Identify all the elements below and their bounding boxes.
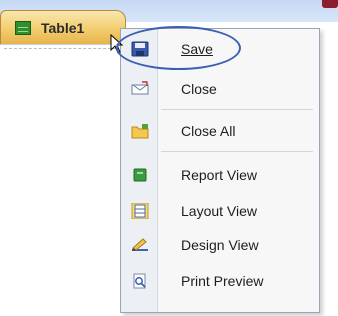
context-menu: Save Close Close All Report View Layout … (120, 28, 320, 313)
document-tab-label: Table1 (41, 20, 85, 36)
report-view-label: Report View (181, 167, 258, 183)
menu-item-design-view[interactable]: Design View (121, 229, 319, 261)
table-icon (15, 21, 31, 35)
document-area (0, 44, 124, 316)
save-label: Save (181, 41, 213, 57)
layout-view-label: Layout View (181, 203, 258, 219)
menu-separator (161, 151, 313, 152)
print-preview-label: Print Preview (181, 273, 264, 289)
menu-item-save[interactable]: Save (121, 33, 319, 65)
report-icon (131, 167, 149, 183)
document-divider (4, 48, 116, 49)
menu-separator (161, 109, 313, 110)
corner-mark (322, 0, 338, 8)
layout-icon (131, 202, 149, 220)
menu-item-print-preview[interactable]: Print Preview (121, 265, 319, 297)
folder-icon (131, 123, 149, 139)
close-label: Close (181, 81, 217, 97)
mouse-pointer-icon (110, 33, 124, 54)
menu-item-close[interactable]: Close (121, 73, 319, 105)
menu-item-report-view[interactable]: Report View (121, 159, 319, 191)
save-icon (131, 41, 149, 57)
menu-item-close-all[interactable]: Close All (121, 115, 319, 147)
document-tab[interactable]: Table1 (0, 10, 126, 44)
menu-item-layout-view[interactable]: Layout View (121, 195, 319, 227)
close-doc-icon (131, 81, 149, 97)
print-preview-icon (131, 273, 149, 289)
design-view-label: Design View (181, 237, 259, 253)
close-all-label: Close All (181, 123, 236, 139)
design-icon (131, 237, 149, 253)
